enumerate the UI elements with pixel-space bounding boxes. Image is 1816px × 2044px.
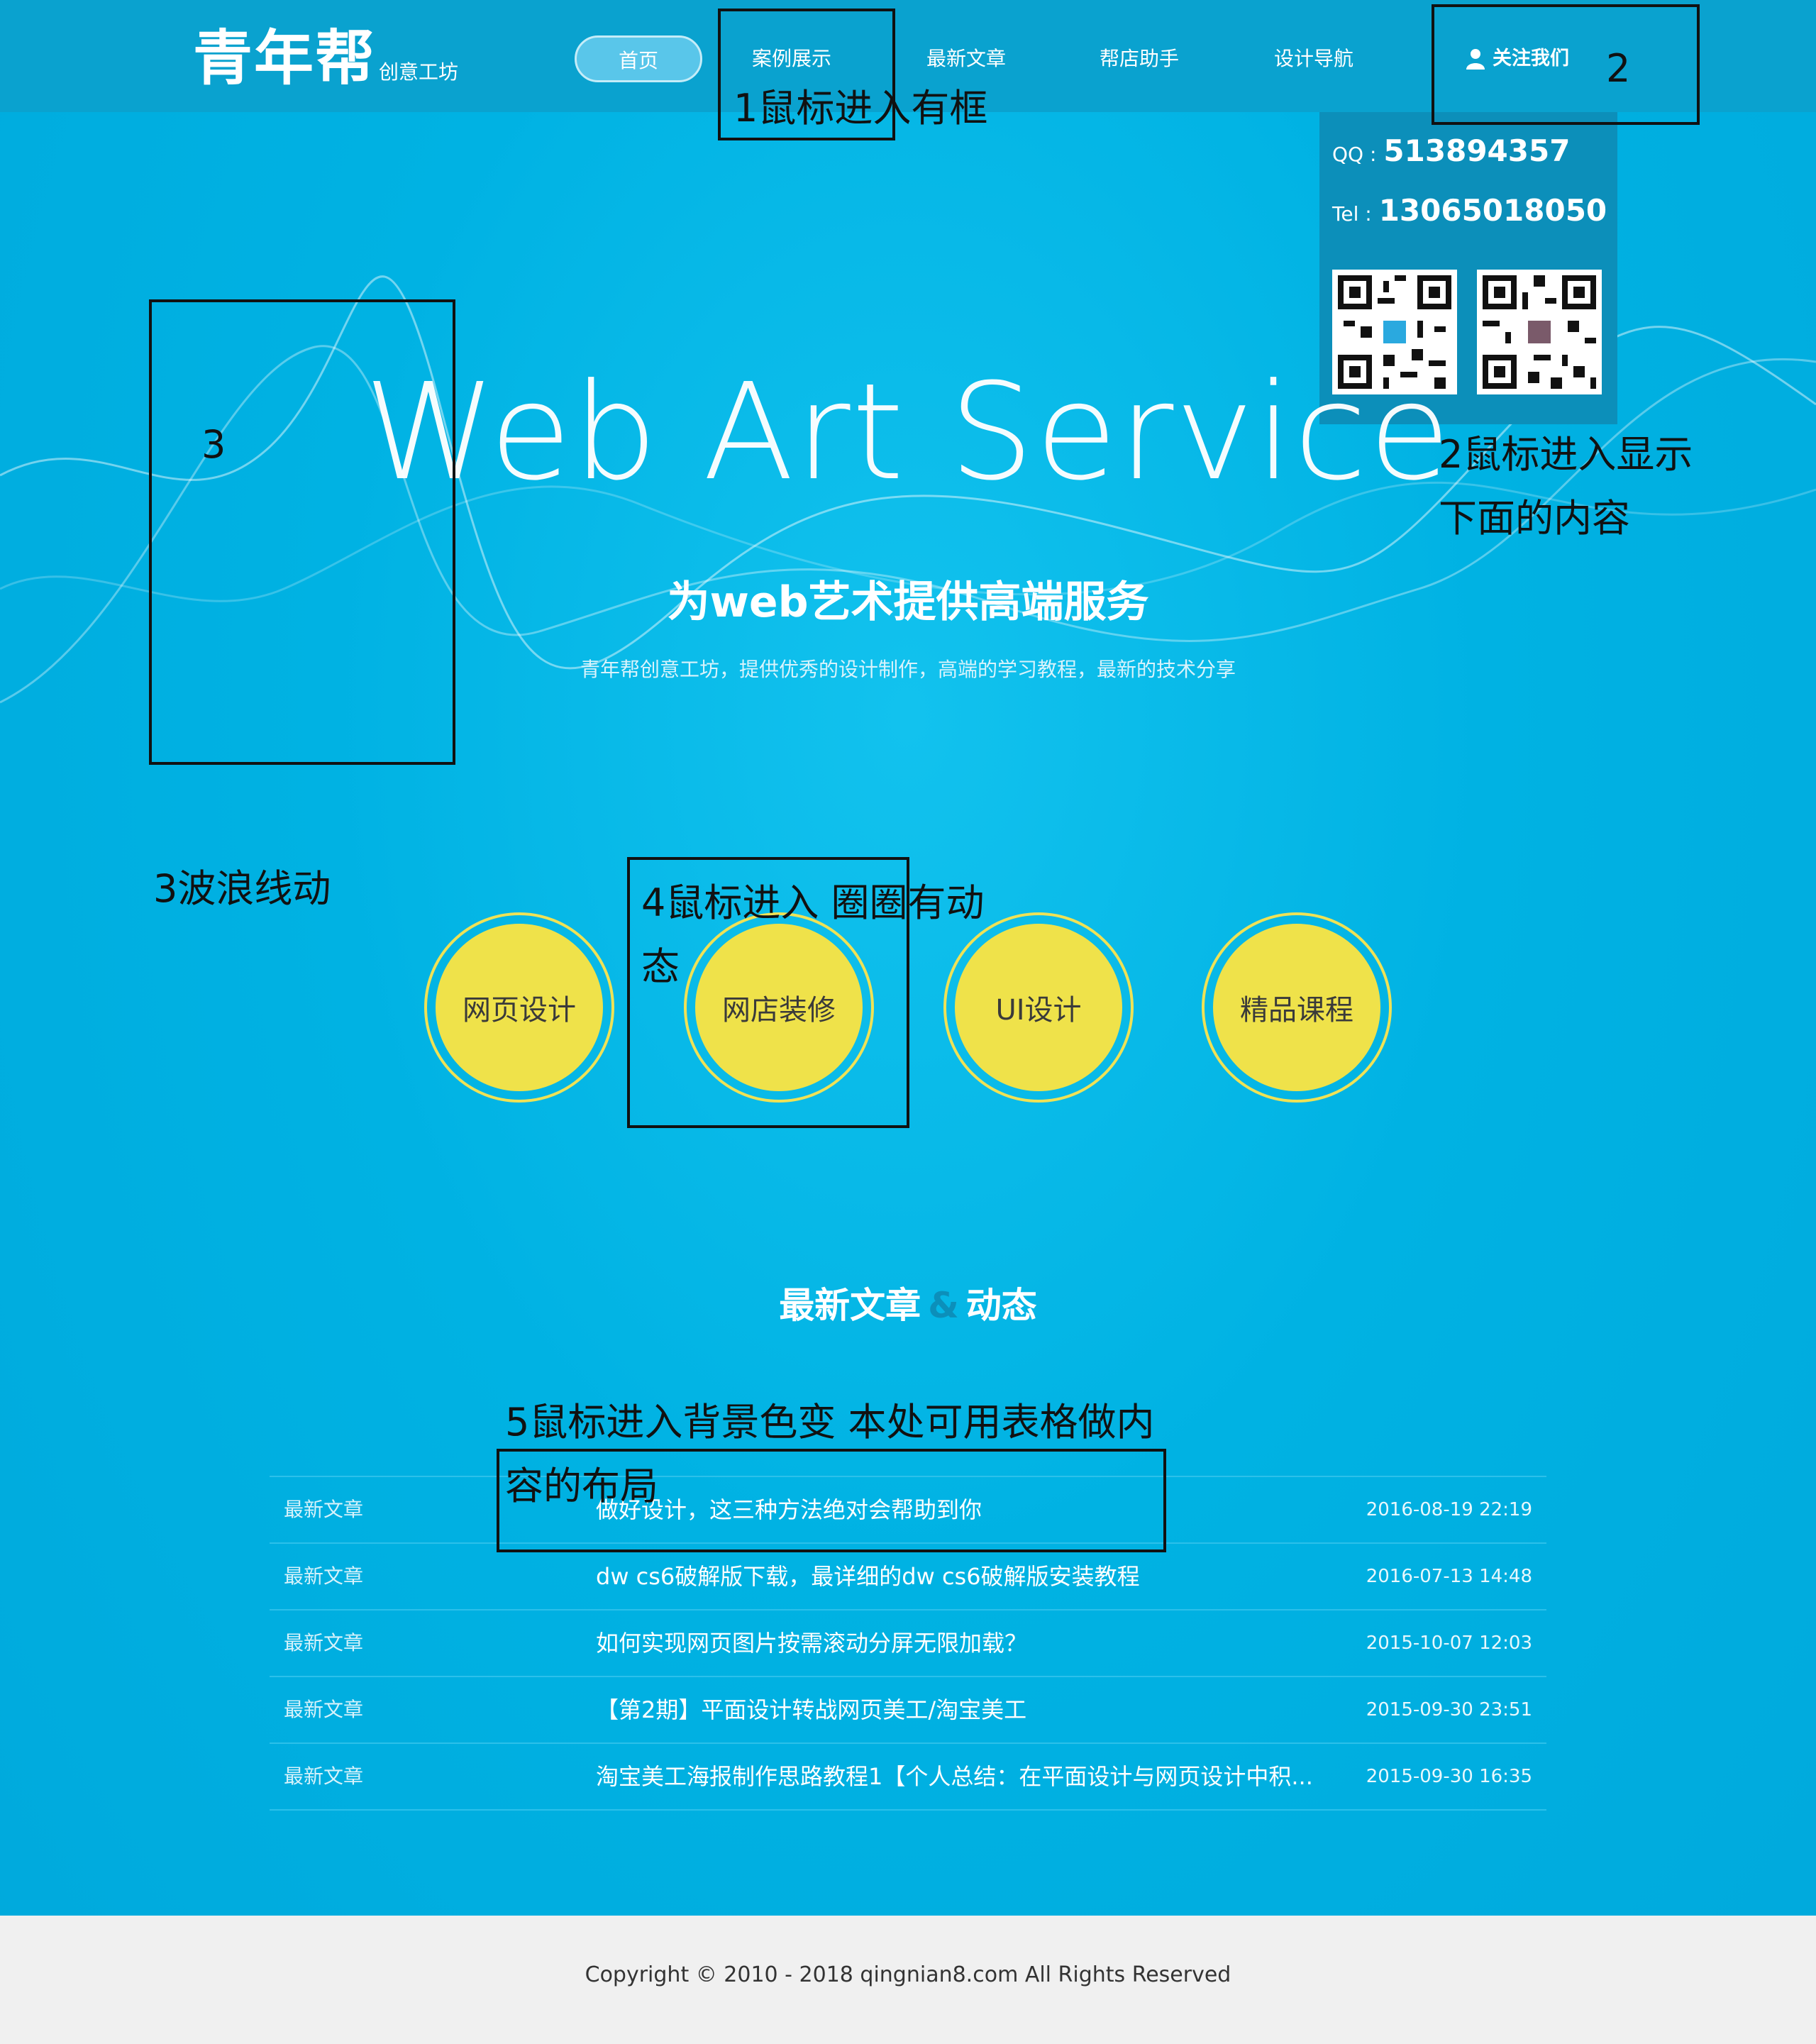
- nav-articles[interactable]: 最新文章: [909, 35, 1023, 82]
- annotation-box-2: [1432, 4, 1700, 125]
- section-title-amp: &: [928, 1285, 959, 1326]
- annotation-num-2: 2: [1606, 46, 1631, 91]
- section-title-left: 最新文章: [779, 1285, 921, 1326]
- article-category: 最新文章: [284, 1631, 364, 1654]
- article-category: 最新文章: [284, 1764, 364, 1788]
- annotation-note-4: 4鼠标进入 圈圈有动 态: [641, 880, 985, 989]
- article-title-link[interactable]: 淘宝美工海报制作思路教程1【个人总结：在平面设计与网页设计中积...: [596, 1744, 1313, 1809]
- nav-design-guide[interactable]: 设计导航: [1257, 35, 1371, 82]
- section-title: 最新文章 & 动态: [0, 1277, 1816, 1328]
- article-title-link[interactable]: dw cs6破解版下载，最详细的dw cs6破解版安装教程: [596, 1544, 1140, 1609]
- section-title-right: 动态: [965, 1285, 1037, 1326]
- article-category: 最新文章: [284, 1698, 364, 1721]
- article-category: 最新文章: [284, 1564, 364, 1588]
- footer: Copyright © 2010 - 2018 qingnian8.com Al…: [0, 1916, 1816, 2044]
- circle-premium-courses[interactable]: 精品课程: [1202, 912, 1392, 1103]
- circle-premium-courses-label: 精品课程: [1213, 924, 1380, 1091]
- circle-web-design[interactable]: 网页设计: [424, 912, 614, 1103]
- article-row[interactable]: 最新文章 dw cs6破解版下载，最详细的dw cs6破解版安装教程 2016-…: [270, 1544, 1546, 1611]
- annotation-box-3: [149, 299, 455, 765]
- article-row[interactable]: 最新文章 淘宝美工海报制作思路教程1【个人总结：在平面设计与网页设计中积... …: [270, 1744, 1546, 1811]
- qq-row: QQ : 513894357: [1332, 133, 1570, 168]
- site-logo[interactable]: 青年帮 创意工坊: [193, 24, 458, 92]
- tel-number: 13065018050: [1378, 193, 1607, 228]
- article-date: 2015-10-07 12:03: [1366, 1633, 1532, 1654]
- qq-number: 513894357: [1383, 133, 1571, 168]
- article-date: 2015-09-30 16:35: [1366, 1766, 1532, 1787]
- article-date: 2015-09-30 23:51: [1366, 1699, 1532, 1720]
- article-date: 2016-08-19 22:19: [1366, 1499, 1532, 1520]
- logo-sub-text: 创意工坊: [379, 60, 459, 84]
- article-title-link[interactable]: 【第2期】平面设计转战网页美工/淘宝美工: [596, 1677, 1026, 1742]
- article-date: 2016-07-13 14:48: [1366, 1566, 1532, 1587]
- annotation-note-1: 1鼠标进入有框: [733, 86, 988, 131]
- copyright-text: Copyright © 2010 - 2018 qingnian8.com Al…: [585, 1962, 1231, 1987]
- article-category: 最新文章: [284, 1498, 364, 1521]
- article-row[interactable]: 最新文章 【第2期】平面设计转战网页美工/淘宝美工 2015-09-30 23:…: [270, 1677, 1546, 1744]
- annotation-note-5: 5鼠标进入背景色变 本处可用表格做内 容的布局: [505, 1400, 1155, 1508]
- article-title-link[interactable]: 如何实现网页图片按需滚动分屏无限加载？: [596, 1611, 1027, 1676]
- page-background: 青年帮 创意工坊 首页 案例展示 最新文章 帮店助手 设计导航 关注我们 QQ …: [0, 0, 1816, 2044]
- logo-main-text: 青年帮: [193, 23, 377, 93]
- article-row[interactable]: 最新文章 如何实现网页图片按需滚动分屏无限加载？ 2015-10-07 12:0…: [270, 1611, 1546, 1677]
- tel-row: Tel : 13065018050: [1332, 193, 1607, 228]
- circle-web-design-label: 网页设计: [436, 924, 603, 1091]
- annotation-note-3: 3波浪线动: [153, 866, 331, 911]
- annotation-note-2: 2鼠标进入显示 下面的内容: [1439, 432, 1693, 541]
- nav-home[interactable]: 首页: [575, 35, 702, 82]
- qq-label: QQ :: [1332, 143, 1377, 166]
- annotation-num-3: 3: [201, 422, 226, 467]
- tel-label: Tel :: [1332, 202, 1372, 226]
- nav-shop-helper[interactable]: 帮店助手: [1083, 35, 1196, 82]
